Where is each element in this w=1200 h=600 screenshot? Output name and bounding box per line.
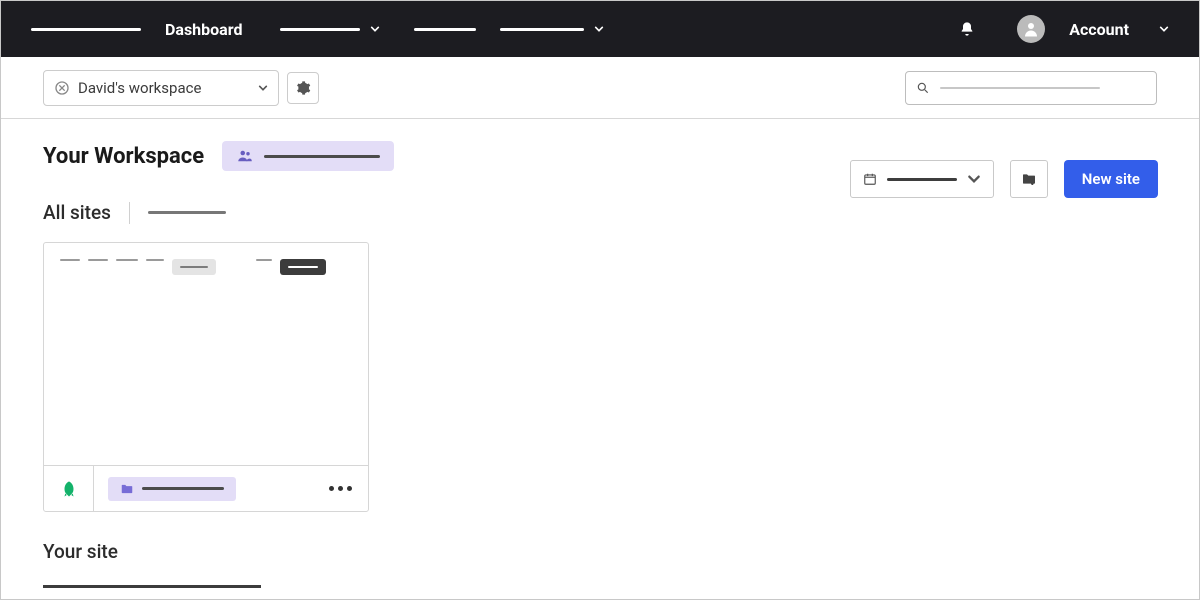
invite-label-placeholder [264, 155, 380, 158]
breadcrumb-seg [256, 259, 272, 261]
status-chip [172, 259, 216, 275]
nav-dashboard-label: Dashboard [165, 20, 242, 39]
nav-item-dropdown-1[interactable] [274, 16, 386, 42]
account-menu[interactable]: Account [1063, 12, 1135, 47]
workspace-bar: David's workspace [1, 57, 1199, 119]
actions-row: New site [850, 160, 1158, 198]
chevron-down-icon [258, 83, 268, 93]
date-label-placeholder [887, 178, 957, 181]
site-card-preview [44, 243, 368, 465]
workspace-selector[interactable]: David's workspace [43, 70, 279, 106]
account-chevron[interactable] [1153, 16, 1175, 42]
workspace-name: David's workspace [78, 79, 250, 97]
nav-item-dropdown-2[interactable] [494, 16, 610, 42]
breadcrumb-seg [116, 259, 138, 261]
nav-item-home[interactable] [25, 20, 147, 39]
date-range-select[interactable] [850, 160, 994, 198]
search-icon [916, 81, 930, 95]
your-site-underline [43, 585, 261, 588]
nav-item-placeholder [414, 28, 476, 31]
site-card-footer [44, 465, 368, 511]
person-icon [1022, 20, 1040, 38]
workspace-settings-button[interactable] [287, 72, 319, 104]
workspace-title: Your Workspace [43, 144, 204, 169]
calendar-icon [863, 172, 877, 186]
gear-icon [295, 80, 311, 96]
add-folder-button[interactable] [1010, 160, 1048, 198]
all-sites-row: All sites [43, 201, 1157, 224]
search-placeholder [940, 87, 1100, 89]
dot [347, 486, 352, 491]
folder-icon [120, 482, 134, 496]
nav-item-placeholder [280, 28, 360, 31]
search-field[interactable] [905, 71, 1157, 105]
all-sites-title: All sites [43, 201, 111, 224]
nav-item-placeholder [31, 28, 141, 31]
invite-members-chip[interactable] [222, 141, 394, 171]
site-name-placeholder [142, 487, 224, 490]
status-chip-dark [280, 259, 326, 275]
chevron-down-icon [967, 172, 981, 186]
bell-icon [959, 21, 975, 37]
dot [338, 486, 343, 491]
breadcrumb-seg [146, 259, 164, 261]
dot [329, 486, 334, 491]
chevron-down-icon [594, 24, 604, 34]
account-label: Account [1069, 20, 1129, 39]
avatar[interactable] [1011, 7, 1051, 51]
site-options-button[interactable] [329, 486, 352, 491]
publish-status[interactable] [44, 466, 94, 511]
nav-item-placeholder [500, 28, 584, 31]
people-icon [236, 147, 254, 165]
new-site-label: New site [1082, 170, 1140, 188]
divider [129, 202, 130, 224]
chevron-down-icon [1159, 24, 1169, 34]
site-card[interactable] [43, 242, 369, 512]
avatar-circle [1017, 15, 1045, 43]
your-site-title: Your site [43, 540, 1157, 563]
breadcrumb-seg [88, 259, 108, 261]
workspace-icon [54, 80, 70, 96]
site-workspace-chip[interactable] [108, 477, 236, 501]
new-site-button[interactable]: New site [1064, 160, 1158, 198]
nav-dashboard[interactable]: Dashboard [159, 12, 248, 47]
top-nav: Dashboard Account [1, 1, 1199, 57]
breadcrumb-seg [60, 259, 80, 261]
nav-item-2[interactable] [408, 20, 482, 39]
chevron-down-icon [370, 24, 380, 34]
notifications-button[interactable] [953, 13, 981, 45]
filter-placeholder[interactable] [148, 211, 226, 214]
folder-plus-icon [1021, 171, 1037, 187]
rocket-icon [60, 479, 78, 499]
content-area: Your Workspace New site All sites [1, 119, 1199, 599]
